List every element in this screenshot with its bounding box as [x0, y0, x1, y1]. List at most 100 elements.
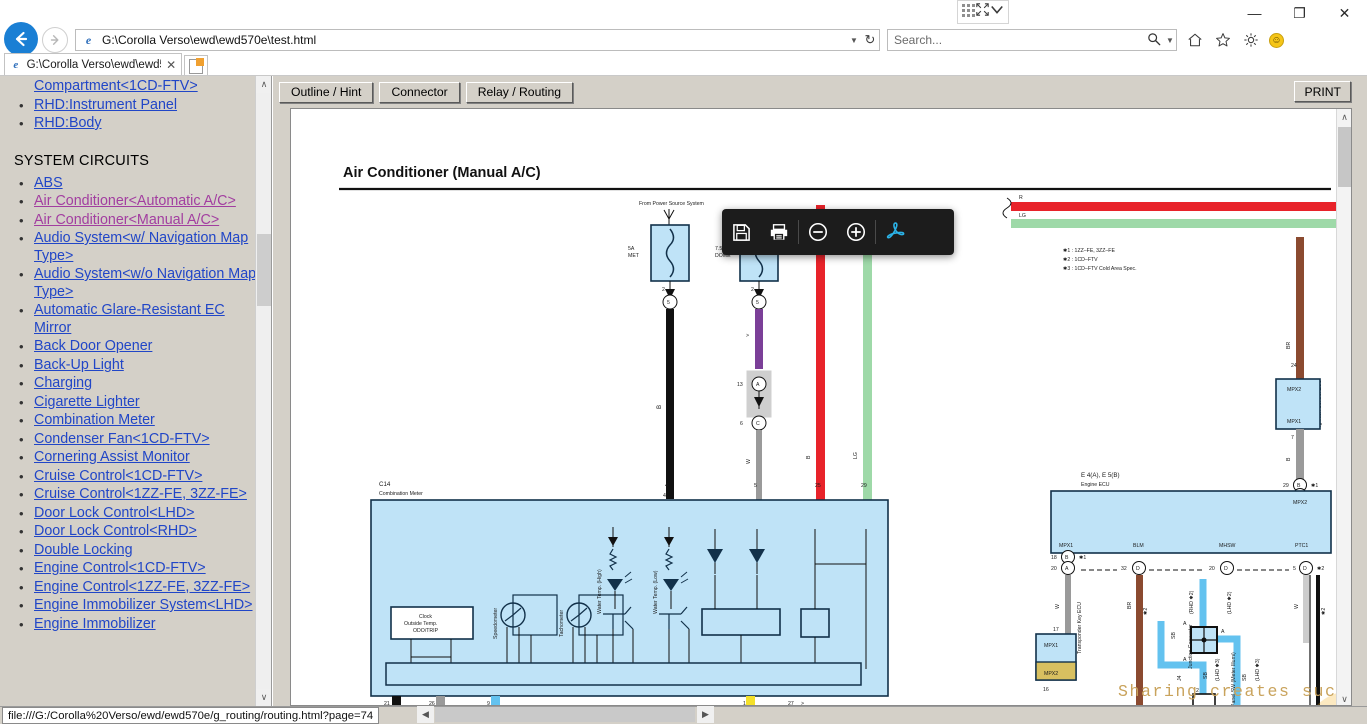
close-button[interactable]: ✕	[1322, 0, 1367, 26]
sidebar-link-door-lock-control-lhd[interactable]: Door Lock Control<LHD>	[34, 505, 195, 521]
print-button[interactable]: PRINT	[1294, 81, 1351, 102]
sidebar-link-double-locking[interactable]: Double Locking	[34, 542, 133, 558]
sidebar-link-combination-meter[interactable]: Combination Meter	[34, 412, 155, 428]
address-dropdown-icon[interactable]: ▼	[847, 36, 861, 45]
svg-text:20: 20	[1051, 566, 1057, 572]
pdf-scroll-down-icon[interactable]: ∨	[1337, 691, 1351, 705]
sidebar-link-audio-system-w-navigation-map-type[interactable]: Audio System<w/ Navigation Map Type>	[34, 230, 248, 264]
sidebar-scrollbar[interactable]: ∧ ∨	[255, 76, 271, 706]
svg-text:24: 24	[1291, 363, 1297, 369]
sidebar-link-back-up-light[interactable]: Back-Up Light	[34, 357, 124, 373]
sidebar-link-air-conditioner-manual-a-c[interactable]: Air Conditioner<Manual A/C>	[34, 212, 219, 228]
pdf-zoom-out-button[interactable]	[799, 209, 837, 255]
svg-text:5: 5	[754, 483, 757, 489]
sidebar-link-door-lock-control-rhd[interactable]: Door Lock Control<RHD>	[34, 523, 197, 539]
minimize-button[interactable]: —	[1232, 0, 1277, 26]
expand-icon[interactable]	[976, 3, 989, 21]
sidebar-scroll-down-icon[interactable]: ∨	[256, 689, 271, 706]
pdf-scroll-thumb[interactable]	[1338, 127, 1351, 187]
sidebar-link[interactable]: RHD:Body	[34, 115, 102, 131]
page-content: Compartment<1CD-FTV> RHD:Instrument Panel…	[0, 76, 1367, 706]
sidebar-scroll-thumb[interactable]	[257, 234, 271, 306]
search-icon-svg	[1148, 32, 1161, 45]
sidebar-link-engine-control-1cd-ftv[interactable]: Engine Control<1CD-FTV>	[34, 560, 206, 576]
sidebar-list-item: Back-Up Light	[19, 357, 264, 375]
sidebar-list-item: Air Conditioner<Automatic A/C>	[19, 193, 264, 211]
svg-text:SB: SB	[1171, 632, 1177, 639]
tab-connector[interactable]: Connector	[379, 81, 460, 103]
sidebar-link-audio-system-w-o-navigation-map-type[interactable]: Audio System<w/o Navigation Map Type>	[34, 266, 256, 300]
sidebar-link-automatic-glare-resistant-ec-mirror[interactable]: Automatic Glare-Resistant EC Mirror	[34, 302, 225, 336]
svg-text:17: 17	[1053, 627, 1059, 633]
sidebar-link-cruise-control-1cd-ftv[interactable]: Cruise Control<1CD-FTV>	[34, 468, 202, 484]
chevron-down-icon[interactable]	[990, 3, 1004, 21]
new-tab-button[interactable]	[184, 55, 208, 75]
sidebar-link-charging[interactable]: Charging	[34, 375, 92, 391]
tab-outline-hint[interactable]: Outline / Hint	[279, 81, 374, 103]
tab-close-icon[interactable]: ✕	[165, 58, 177, 72]
sidebar-link-cornering-assist-monitor[interactable]: Cornering Assist Monitor	[34, 449, 190, 465]
address-bar[interactable]: e G:\Corolla Verso\ewd\ewd570e\test.html…	[75, 29, 880, 51]
sidebar-list-item: Double Locking	[19, 542, 264, 560]
sidebar-link-engine-control-1zz-fe-3zz-fe[interactable]: Engine Control<1ZZ-FE, 3ZZ-FE>	[34, 579, 250, 595]
sidebar-scroll-up-icon[interactable]: ∧	[256, 76, 271, 93]
pdf-acrobat-button[interactable]	[876, 209, 914, 255]
refresh-icon[interactable]: ↻	[861, 32, 879, 48]
sidebar-list-item: ABS	[19, 175, 264, 193]
sidebar-link-condenser-fan-1cd-ftv[interactable]: Condenser Fan<1CD-FTV>	[34, 431, 210, 447]
hscroll-left-icon[interactable]: ◀	[417, 706, 434, 723]
sidebar-system-circuits-list: ABS Air Conditioner<Automatic A/C> Air Con…	[0, 175, 271, 634]
sidebar-top-item: RHD:Instrument Panel	[19, 97, 264, 115]
sidebar-link-cigarette-lighter[interactable]: Cigarette Lighter	[34, 394, 140, 410]
expand-icon-svg	[976, 3, 989, 16]
search-bar[interactable]: Search... ▼	[887, 29, 1177, 51]
favorites-star-icon[interactable]	[1213, 31, 1232, 50]
sidebar-link-engine-immobilizer[interactable]: Engine Immobilizer	[34, 616, 156, 632]
home-icon[interactable]	[1185, 31, 1204, 50]
clock-label-1: Clock	[419, 614, 432, 620]
sidebar-link-abs[interactable]: ABS	[34, 175, 63, 191]
grid-icon[interactable]	[961, 4, 975, 20]
sidebar-link-air-conditioner-automatic-a-c[interactable]: Air Conditioner<Automatic A/C>	[34, 193, 236, 209]
pdf-zoom-in-button[interactable]	[837, 209, 875, 255]
pdf-scroll-up-icon[interactable]: ∧	[1337, 109, 1351, 125]
sidebar-list-item: Cruise Control<1ZZ-FE, 3ZZ-FE>	[19, 486, 264, 504]
sidebar-top-list: Compartment<1CD-FTV> RHD:Instrument Panel…	[0, 78, 271, 133]
gear-icon-svg	[1243, 33, 1258, 47]
search-icon[interactable]	[1144, 32, 1164, 49]
browser-tab[interactable]: e G:\Corolla Verso\ewd\ewd5... ✕	[4, 53, 182, 75]
transponder-mpx1: MPX1	[1044, 643, 1058, 649]
sidebar-link-back-door-opener[interactable]: Back Door Opener	[34, 338, 152, 354]
back-button[interactable]	[4, 22, 38, 56]
command-bar-group[interactable]	[957, 0, 1009, 24]
svg-text:25: 25	[815, 483, 821, 489]
sidebar-link[interactable]: Compartment<1CD-FTV>	[34, 78, 198, 94]
search-dropdown-icon[interactable]: ▼	[1164, 36, 1176, 45]
sidebar-link[interactable]: RHD:Instrument Panel	[34, 97, 177, 113]
tab-relay-routing[interactable]: Relay / Routing	[465, 81, 574, 103]
address-input[interactable]: G:\Corolla Verso\ewd\ewd570e\test.html	[102, 33, 847, 47]
svg-text:W: W	[746, 459, 752, 464]
svg-text:A: A	[1065, 566, 1069, 572]
svg-text:A: A	[756, 382, 760, 388]
feedback-smiley-icon[interactable]: ☺	[1269, 32, 1284, 48]
gear-icon[interactable]	[1241, 31, 1260, 50]
search-input[interactable]: Search...	[888, 33, 1144, 47]
hscroll-right-icon[interactable]: ▶	[697, 706, 714, 723]
acrobat-icon	[886, 222, 905, 239]
hscroll-thumb[interactable]	[435, 707, 695, 722]
forward-button[interactable]	[42, 27, 68, 53]
sidebar-list-item: Back Door Opener	[19, 338, 264, 356]
pdf-floating-toolbar	[722, 209, 954, 255]
pdf-vertical-scrollbar[interactable]: ∧ ∨	[1336, 109, 1351, 705]
sidebar-link-engine-immobilizer-system-lhd[interactable]: Engine Immobilizer System<LHD>	[34, 597, 253, 613]
sidebar-list-item: Door Lock Control<RHD>	[19, 523, 264, 541]
pdf-save-button[interactable]	[722, 209, 760, 255]
wiring-diagram: .lbl{font-family:"Liberation Sans",sans-…	[339, 165, 1338, 705]
svg-text:B: B	[1065, 555, 1069, 561]
footnote-1: ✱1 : 1ZZ–FE, 3ZZ–FE	[1063, 248, 1115, 254]
pdf-print-button[interactable]	[760, 209, 798, 255]
restore-button[interactable]: ❐	[1277, 0, 1322, 26]
document-toolbar: Outline / Hint Connector Relay / Routing…	[273, 76, 1367, 108]
sidebar-link-cruise-control-1zz-fe-3zz-fe[interactable]: Cruise Control<1ZZ-FE, 3ZZ-FE>	[34, 486, 247, 502]
